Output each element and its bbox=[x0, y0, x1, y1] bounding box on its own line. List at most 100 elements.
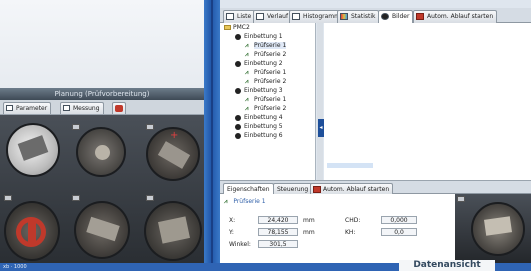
series-chart-icon: ⩘ bbox=[245, 78, 249, 85]
view-mode-label[interactable]: Datenansicht bbox=[399, 260, 495, 271]
tab-red-mount[interactable] bbox=[112, 102, 126, 114]
tree-item[interactable]: PMC2 bbox=[224, 24, 250, 32]
specimen-shape-bar bbox=[28, 219, 36, 245]
histogram-icon bbox=[292, 13, 300, 20]
red-mount-icon bbox=[115, 105, 123, 112]
tree-item[interactable]: ⩘ Prüfserie 2 bbox=[245, 51, 287, 59]
series-chart-icon: ⩘ bbox=[245, 105, 249, 112]
tree-item[interactable]: ⩘ Prüfserie 1 bbox=[245, 42, 287, 50]
sample-thumbnail-5[interactable] bbox=[74, 201, 130, 259]
statistics-icon bbox=[340, 13, 348, 20]
tree-item[interactable]: Einbettung 4 bbox=[235, 114, 283, 122]
angle-field[interactable]: 301,5 bbox=[258, 240, 298, 248]
parameter-icon bbox=[6, 105, 13, 111]
sample-thumbnail-grid: + bbox=[0, 115, 204, 263]
series-chart-icon: ⩘ bbox=[245, 42, 249, 49]
tree-item[interactable]: Einbettung 6 bbox=[235, 132, 283, 140]
mount-node-icon bbox=[235, 133, 241, 139]
tab-messung[interactable]: Messung bbox=[60, 102, 104, 114]
sample-thumbnail-2[interactable] bbox=[76, 127, 126, 177]
tab-histogramm-label: Histogramm bbox=[303, 13, 340, 20]
tree-item[interactable]: ⩘ Prüfserie 2 bbox=[245, 105, 287, 113]
thumbnail-tag-4 bbox=[4, 195, 12, 201]
x-field[interactable]: 24,420 bbox=[258, 216, 298, 224]
tree-item-label: PMC2 bbox=[233, 24, 250, 31]
tree-item[interactable]: Einbettung 3 bbox=[235, 87, 283, 95]
measure-icon bbox=[63, 105, 70, 111]
probe-label: Prüfserie 1 bbox=[233, 198, 266, 205]
tab-parameter[interactable]: Parameter bbox=[3, 102, 52, 114]
planning-tabbar: Parameter Messung bbox=[0, 100, 204, 115]
sample-thumbnail-4[interactable] bbox=[4, 201, 60, 261]
folder-icon bbox=[224, 25, 231, 30]
tab-steuerung-label: Steuerung bbox=[277, 186, 309, 193]
tree-item-label: Prüfserie 1 bbox=[254, 96, 287, 103]
tree-item[interactable]: Einbettung 2 bbox=[235, 60, 283, 68]
specimen-shape bbox=[95, 145, 110, 160]
tab-bilder-label: Bilder bbox=[392, 13, 410, 20]
tree-border bbox=[317, 23, 323, 180]
tree-item-label: Prüfserie 2 bbox=[254, 105, 287, 112]
tree-item[interactable]: ⩘ Prüfserie 2 bbox=[245, 78, 287, 86]
series-chart-icon: ⩘ bbox=[245, 51, 249, 58]
tree-item-label: Prüfserie 1 bbox=[254, 69, 287, 76]
series-chart-icon: ⩘ bbox=[245, 96, 249, 103]
sample-thumbnail-3[interactable]: + bbox=[146, 127, 200, 181]
tab-statistik-label: Statistik bbox=[351, 13, 376, 20]
tab-statistik[interactable]: Statistik bbox=[337, 10, 380, 23]
tree-item-label: Einbettung 4 bbox=[244, 114, 283, 121]
mount-node-icon bbox=[235, 88, 241, 94]
tab-autom-ablauf[interactable]: Autom. Ablauf starten bbox=[413, 10, 498, 23]
tree-item-label: Einbettung 1 bbox=[244, 33, 283, 40]
tab-verlauf[interactable]: Verlauf bbox=[253, 10, 293, 23]
sample-thumbnail-1[interactable] bbox=[6, 123, 60, 177]
kh-field[interactable]: 0,0 bbox=[381, 228, 417, 236]
sample-thumbnail-6[interactable] bbox=[144, 201, 202, 261]
preview-tag bbox=[457, 196, 465, 202]
tree-item[interactable]: ⩘ Prüfserie 1 bbox=[245, 96, 287, 104]
tab-verlauf-label: Verlauf bbox=[267, 13, 289, 20]
red-mount-icon bbox=[416, 13, 424, 20]
splitter-line bbox=[211, 0, 213, 263]
planning-panel-title: Planung (Prüfvorbereitung) bbox=[0, 88, 204, 100]
probe-header: ⩘ Prüfserie 1 bbox=[224, 197, 266, 207]
mount-node-icon bbox=[235, 61, 241, 67]
thumbnail-tag-3 bbox=[146, 124, 154, 130]
camera-icon bbox=[381, 13, 389, 20]
kh-label: KH: bbox=[345, 229, 356, 236]
tree-item-label: Prüfserie 1 bbox=[254, 42, 287, 49]
sample-preview-image[interactable] bbox=[455, 194, 531, 263]
chd-field[interactable]: 0,000 bbox=[381, 216, 417, 224]
specimen-shape bbox=[157, 141, 191, 169]
tab-liste[interactable]: Liste bbox=[223, 10, 256, 23]
y-unit: mm bbox=[303, 229, 315, 236]
status-text: xb · 1000 bbox=[3, 264, 27, 270]
left-panel-empty-area bbox=[0, 0, 204, 88]
tree-item[interactable]: Einbettung 5 bbox=[235, 123, 283, 131]
thumbnail-tag-5 bbox=[72, 195, 80, 201]
tab-eigenschaften-label: Eigenschaften bbox=[227, 186, 270, 193]
tree-item-label: Prüfserie 2 bbox=[254, 51, 287, 58]
chart-icon: ⩘ bbox=[224, 198, 228, 205]
tab-histogramm[interactable]: Histogramm bbox=[289, 10, 344, 23]
mount-node-icon bbox=[235, 115, 241, 121]
y-field[interactable]: 78,155 bbox=[258, 228, 298, 236]
tree-item-label: Einbettung 6 bbox=[244, 132, 283, 139]
thumbnail-tag-2 bbox=[72, 124, 80, 130]
tree-item-label: Prüfserie 2 bbox=[254, 78, 287, 85]
chd-label: CHD: bbox=[345, 217, 361, 224]
specimen-shape bbox=[158, 216, 190, 244]
properties-tabbar: Eigenschaften Steuerung Autom. Ablauf st… bbox=[220, 180, 531, 195]
view-tabbar: Liste Verlauf Histogramm Statistik Bilde… bbox=[220, 8, 531, 24]
tree-item[interactable]: ⩘ Prüfserie 1 bbox=[245, 69, 287, 77]
image-view-area bbox=[324, 23, 531, 180]
red-mount-icon bbox=[313, 186, 321, 193]
tab-bilder[interactable]: Bilder bbox=[378, 10, 414, 24]
history-icon bbox=[256, 13, 264, 20]
list-icon bbox=[226, 13, 234, 20]
tree-item[interactable]: Einbettung 1 bbox=[235, 33, 283, 41]
tree-item-label: Einbettung 3 bbox=[244, 87, 283, 94]
tab-autom-ablauf-bottom-label: Autom. Ablauf starten bbox=[323, 186, 390, 193]
tab-autom-ablauf-label: Autom. Ablauf starten bbox=[427, 13, 494, 20]
tree-item-label: Einbettung 5 bbox=[244, 123, 283, 130]
